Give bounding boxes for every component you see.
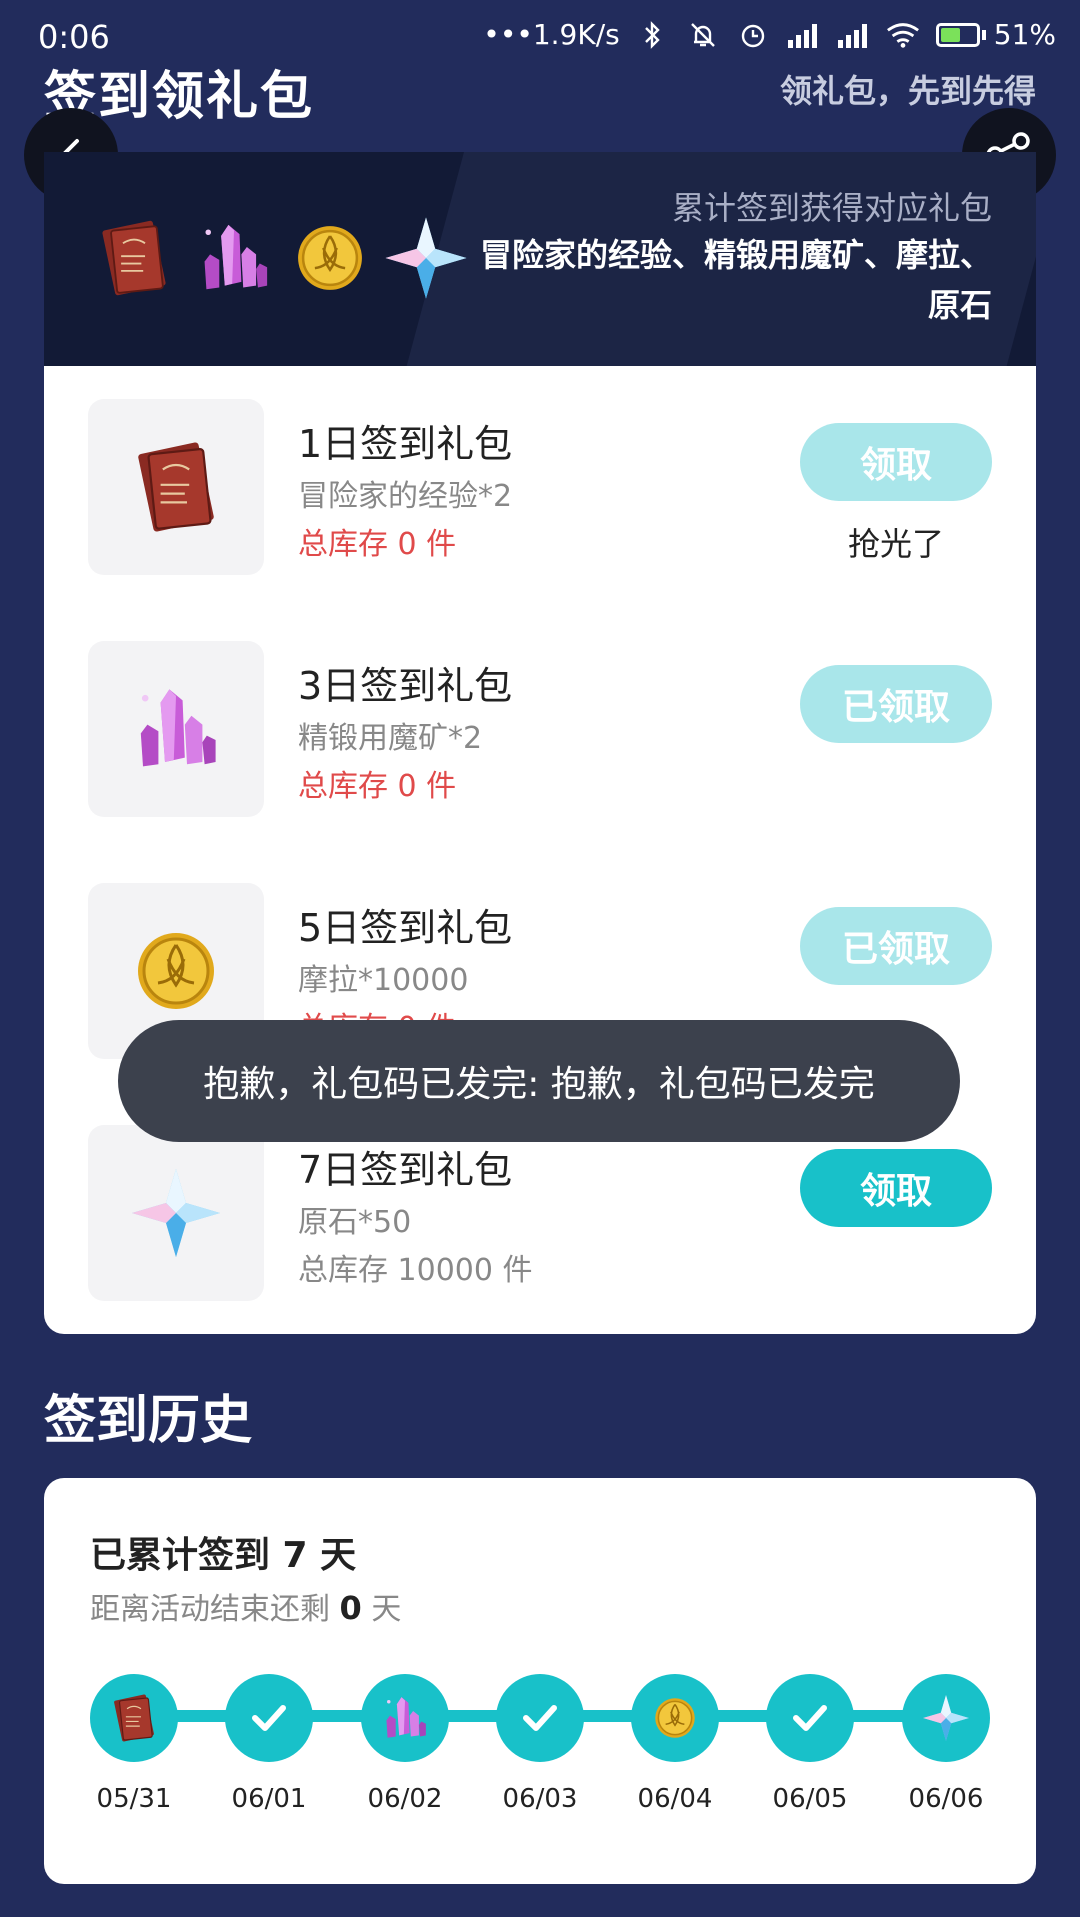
claim-button[interactable]: 领取 — [800, 423, 992, 501]
claimed-button[interactable]: 已领取 — [800, 665, 992, 743]
coin-icon — [288, 216, 372, 300]
gift-name: 3日签到礼包 — [298, 664, 513, 708]
gift-thumbnail — [88, 399, 264, 575]
gift-stock: 总库存 0 件 — [298, 769, 457, 804]
gift-row-3: 3日签到礼包 精锻用魔矿*2 总库存 0 件 已领取 — [44, 641, 1036, 841]
toast-message: 抱歉，礼包码已发完: 抱歉，礼包码已发完 — [118, 1020, 960, 1142]
coin-icon — [126, 921, 226, 1021]
banner-hint: 累计签到获得对应礼包 — [671, 189, 992, 227]
gift-content: 摩拉*10000 — [298, 963, 469, 998]
history-date: 06/05 — [772, 1784, 848, 1814]
book-icon — [105, 1689, 163, 1747]
gift-row-7: 7日签到礼包 原石*50 总库存 10000 件 领取 — [44, 1125, 1036, 1325]
gift-stock: 总库存 10000 件 — [298, 1253, 533, 1288]
history-day: 06/03 — [496, 1674, 584, 1814]
crystal-icon — [121, 674, 231, 784]
history-day: 06/05 — [766, 1674, 854, 1814]
book-icon — [88, 212, 180, 304]
page-subtitle: 领礼包，先到先得 — [779, 72, 1036, 110]
history-date: 06/03 — [502, 1784, 578, 1814]
gift-name: 5日签到礼包 — [298, 906, 513, 950]
history-date: 05/31 — [96, 1784, 172, 1814]
check-icon — [523, 1705, 557, 1731]
claim-button[interactable]: 领取 — [800, 1149, 992, 1227]
gift-thumbnail — [88, 1125, 264, 1301]
star-gem-icon — [380, 212, 472, 304]
gift-content: 冒险家的经验*2 — [298, 479, 513, 514]
book-icon — [121, 432, 231, 542]
banner-items: 冒险家的经验、精锻用魔矿、摩拉、原石 — [479, 236, 992, 324]
history-day: 06/02 — [361, 1674, 449, 1814]
banner-reward-icons — [88, 212, 472, 304]
gift-row-1: 1日签到礼包 冒险家的经验*2 总库存 0 件 领取 抢光了 — [44, 399, 1036, 599]
gift-stock: 总库存 0 件 — [298, 527, 457, 562]
star-gem-icon — [126, 1163, 226, 1263]
claimed-button[interactable]: 已领取 — [800, 907, 992, 985]
history-date: 06/02 — [367, 1784, 443, 1814]
history-day: 06/01 — [225, 1674, 313, 1814]
check-icon — [252, 1705, 286, 1731]
gift-name: 1日签到礼包 — [298, 422, 513, 466]
crystal-icon — [188, 212, 280, 304]
check-icon — [793, 1705, 827, 1731]
crystal-icon — [376, 1689, 434, 1747]
history-title: 签到历史 — [44, 1391, 253, 1451]
history-total: 已累计签到 7 天 — [90, 1535, 357, 1576]
coin-icon — [649, 1692, 701, 1744]
history-day: 06/04 — [631, 1674, 719, 1814]
gift-content: 原石*50 — [298, 1205, 412, 1240]
header: 签到领礼包 领礼包，先到先得 — [0, 0, 1080, 150]
history-date: 06/06 — [908, 1784, 984, 1814]
history-date: 06/01 — [231, 1784, 307, 1814]
history-date: 06/04 — [637, 1784, 713, 1814]
gift-content: 精锻用魔矿*2 — [298, 721, 483, 756]
history-remaining: 距离活动结束还剩 0 天 — [90, 1589, 402, 1627]
gift-status: 抢光了 — [847, 525, 944, 563]
remaining-days: 0 — [339, 1589, 362, 1627]
gift-list: 1日签到礼包 冒险家的经验*2 总库存 0 件 领取 抢光了 3日签到礼包 精锻… — [44, 366, 1036, 1334]
history-day: 05/31 — [90, 1674, 178, 1814]
gift-thumbnail — [88, 641, 264, 817]
reward-banner: 累计签到获得对应礼包 冒险家的经验、精锻用魔矿、摩拉、原石 — [44, 152, 1036, 366]
gift-name: 7日签到礼包 — [298, 1148, 513, 1192]
star-gem-icon — [920, 1692, 972, 1744]
history-card: 已累计签到 7 天 距离活动结束还剩 0 天 05/31 06/01 06/02… — [44, 1478, 1036, 1884]
history-day: 06/06 — [902, 1674, 990, 1814]
